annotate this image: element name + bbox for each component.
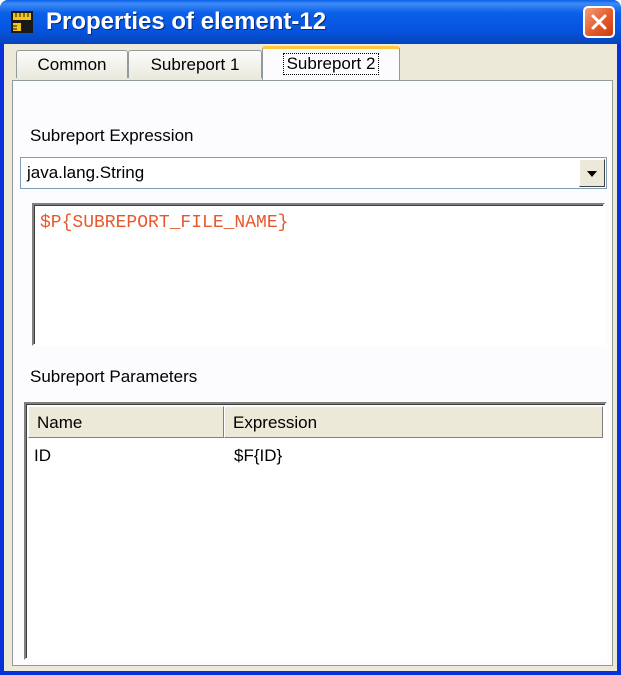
close-button[interactable] — [583, 6, 615, 38]
column-header-name[interactable]: Name — [28, 406, 224, 438]
column-header-label: Name — [37, 413, 83, 432]
window-title: Properties of element-12 — [46, 8, 327, 35]
subreport-expression-label: Subreport Expression — [30, 126, 194, 145]
title-bar[interactable]: Properties of element-12 — [0, 0, 621, 44]
tab-subreport-1[interactable]: Subreport 1 — [128, 50, 262, 78]
expression-class-value: java.lang.String — [27, 163, 145, 182]
ruler-icon — [10, 10, 34, 34]
row-name-cell: ID — [34, 446, 51, 465]
row-expression-cell: $F{ID} — [234, 446, 283, 465]
parameters-table[interactable]: Name Expression ID $F{ID} — [24, 402, 607, 660]
tab-subreport-2[interactable]: Subreport 2 — [262, 46, 400, 80]
expression-class-select[interactable]: java.lang.String — [20, 157, 607, 189]
column-header-expression[interactable]: Expression — [224, 406, 603, 438]
subreport-parameters-label: Subreport Parameters — [30, 367, 198, 386]
tab-label: Common — [37, 55, 107, 74]
expression-editor[interactable]: $P{SUBREPORT_FILE_NAME} — [32, 203, 605, 346]
dropdown-button[interactable] — [579, 159, 605, 187]
tab-common[interactable]: Common — [16, 50, 128, 78]
column-header-label: Expression — [233, 413, 318, 432]
expression-text: $P{SUBREPORT_FILE_NAME} — [40, 213, 289, 233]
tab-label: Subreport 2 — [282, 53, 380, 75]
tab-strip: Common Subreport 1 Subreport 2 — [12, 44, 612, 80]
tab-label: Subreport 1 — [150, 55, 240, 74]
properties-dialog: Properties of element-12 Common Subrepor… — [0, 0, 621, 675]
